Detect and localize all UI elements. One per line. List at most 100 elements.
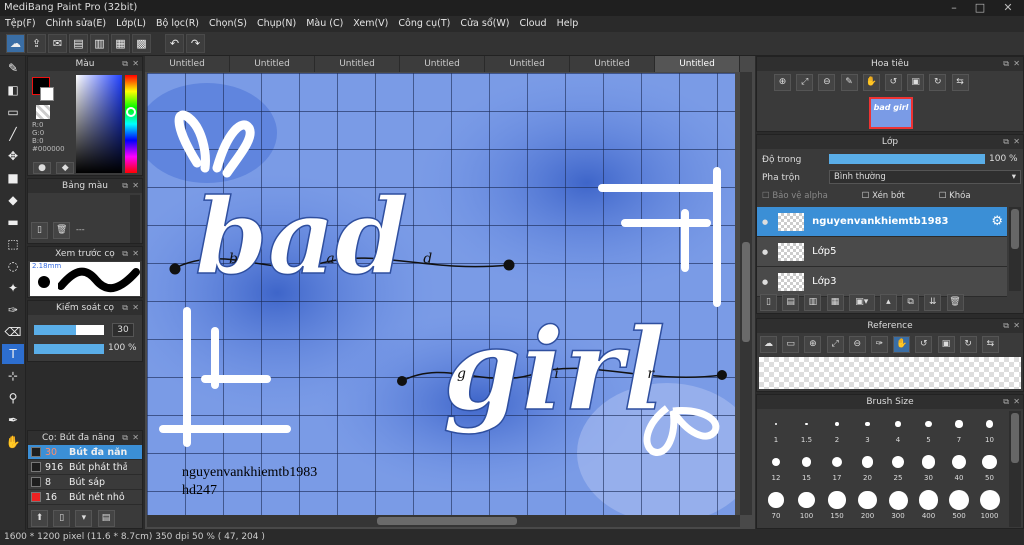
layer-row[interactable]: ● nguyenvankhiemtb1983 ⚙ bbox=[757, 207, 1007, 237]
brush-delete-icon[interactable]: ▤ bbox=[97, 510, 115, 527]
ref-rotate-right-icon[interactable]: ↻ bbox=[959, 336, 977, 353]
select-pen-icon[interactable]: ✑ bbox=[2, 300, 24, 320]
tab-3[interactable]: Untitled bbox=[315, 56, 400, 72]
close-icon[interactable]: ✕ bbox=[1013, 57, 1020, 71]
menu-cloud[interactable]: Cloud bbox=[514, 16, 551, 32]
brush-size-option[interactable]: 30 bbox=[914, 451, 944, 487]
brush-size-option[interactable]: 3 bbox=[853, 413, 883, 449]
reference-canvas[interactable] bbox=[759, 357, 1021, 389]
ref-eyedropper-icon[interactable]: ✑ bbox=[870, 336, 888, 353]
apps-icon[interactable]: ▩ bbox=[132, 34, 151, 53]
add-color-icon[interactable]: ● bbox=[33, 162, 51, 174]
ref-zoom-in-icon[interactable]: ⊕ bbox=[804, 336, 822, 353]
gear-icon[interactable]: ⚙ bbox=[991, 214, 1003, 229]
upload-icon[interactable]: ⇪ bbox=[27, 34, 46, 53]
new-halftone-layer-icon[interactable]: ▤ bbox=[782, 294, 800, 311]
brush-size-option[interactable]: 500 bbox=[944, 489, 974, 525]
brush-nav-icon[interactable]: ✎ bbox=[840, 74, 858, 91]
popout-icon[interactable]: ⧉ bbox=[1003, 135, 1009, 149]
cloud-icon[interactable]: ☁ bbox=[6, 34, 25, 53]
bucket-tool-icon[interactable]: ◆ bbox=[2, 190, 24, 210]
close-icon[interactable]: ✕ bbox=[1013, 319, 1020, 333]
palette-select[interactable]: --- bbox=[76, 225, 85, 234]
brush-size-option[interactable]: 40 bbox=[944, 451, 974, 487]
canvas-hscroll-thumb[interactable] bbox=[377, 517, 517, 525]
lock-checkbox[interactable]: ☐ Khóa bbox=[939, 191, 971, 201]
brush-size-option[interactable]: 2 bbox=[822, 413, 852, 449]
brush-size-option[interactable]: 15 bbox=[792, 451, 822, 487]
close-icon[interactable]: ✕ bbox=[132, 179, 139, 193]
brush-size-value[interactable]: 30 bbox=[112, 323, 134, 337]
close-icon[interactable]: ✕ bbox=[132, 247, 139, 261]
navigator-thumbnail[interactable]: bad girl bbox=[869, 97, 913, 129]
popout-icon[interactable]: ⧉ bbox=[1003, 57, 1009, 71]
brush-copy-icon[interactable]: ▯ bbox=[53, 510, 71, 527]
ref-reset-icon[interactable]: ▣ bbox=[937, 336, 955, 353]
select-eraser-icon[interactable]: ⌫ bbox=[2, 322, 24, 342]
brush-size-option[interactable]: 25 bbox=[883, 451, 913, 487]
rotate-right-icon[interactable]: ↻ bbox=[929, 74, 947, 91]
new-palette-icon[interactable]: ▯ bbox=[31, 222, 48, 239]
eraser-tool-icon[interactable]: ◧ bbox=[2, 80, 24, 100]
brush-size-option[interactable]: 100 bbox=[792, 489, 822, 525]
line-tool-icon[interactable]: ╱ bbox=[2, 124, 24, 144]
hue-slider[interactable] bbox=[125, 75, 137, 173]
ref-fit-icon[interactable]: ⤢ bbox=[826, 336, 844, 353]
hand-nav-icon[interactable]: ✋ bbox=[862, 74, 880, 91]
close-icon[interactable]: ✕ bbox=[1013, 135, 1020, 149]
brush-list-item[interactable]: 30 Bút đa năng bbox=[28, 445, 142, 460]
palette-scrollbar[interactable] bbox=[130, 195, 140, 243]
redo-icon[interactable]: ↷ bbox=[186, 34, 205, 53]
new-8bit-layer-icon[interactable]: ▥ bbox=[804, 294, 822, 311]
brush-size-option[interactable]: 5 bbox=[914, 413, 944, 449]
layer-opacity-slider[interactable] bbox=[829, 154, 985, 164]
layer-scroll-thumb[interactable] bbox=[1011, 209, 1019, 249]
brush-size-option[interactable]: 150 bbox=[822, 489, 852, 525]
close-icon[interactable]: ✕ bbox=[132, 431, 139, 445]
brush-tool-icon[interactable]: ✎ bbox=[2, 58, 24, 78]
brush-size-slider[interactable] bbox=[34, 325, 104, 335]
fit-icon[interactable]: ⤢ bbox=[796, 74, 814, 91]
brush-size-option[interactable]: 1000 bbox=[975, 489, 1005, 525]
brush-size-option[interactable]: 7 bbox=[944, 413, 974, 449]
popout-icon[interactable]: ⧉ bbox=[122, 431, 128, 445]
tab-2[interactable]: Untitled bbox=[230, 56, 315, 72]
menu-window[interactable]: Cửa sổ(W) bbox=[455, 16, 514, 32]
duplicate-layer-icon[interactable]: ⧉ bbox=[902, 294, 920, 311]
brush-list-item[interactable]: 8 Bút sáp bbox=[28, 475, 142, 490]
flip-icon[interactable]: ⇆ bbox=[951, 74, 969, 91]
clipping-checkbox[interactable]: ☐ Xén bớt bbox=[862, 191, 905, 201]
layer-menu-icon[interactable]: ▣▾ bbox=[848, 294, 875, 311]
rect-tool-icon[interactable]: ▭ bbox=[2, 102, 24, 122]
undo-icon[interactable]: ↶ bbox=[165, 34, 184, 53]
secondary-color-swatch[interactable] bbox=[40, 87, 54, 101]
brush-size-option[interactable]: 70 bbox=[761, 489, 791, 525]
tab-6[interactable]: Untitled bbox=[570, 56, 655, 72]
eyedropper-icon[interactable]: ⚲ bbox=[2, 388, 24, 408]
popout-icon[interactable]: ⧉ bbox=[1003, 319, 1009, 333]
brush-size-option[interactable]: 200 bbox=[853, 489, 883, 525]
protect-alpha-checkbox[interactable]: ☐ Bảo vệ alpha bbox=[762, 191, 828, 201]
menu-color[interactable]: Màu (C) bbox=[301, 16, 348, 32]
artwork-canvas[interactable]: bad girl b a d g i r l nguyenvankhiemtb1… bbox=[147, 73, 735, 515]
move-up-icon[interactable]: ▴ bbox=[879, 294, 897, 311]
hand-tool-icon[interactable]: ✋ bbox=[2, 432, 24, 452]
text-tool-icon[interactable]: T bbox=[2, 344, 24, 364]
brush-size-option[interactable]: 1.5 bbox=[792, 413, 822, 449]
page-icon[interactable]: ▥ bbox=[90, 34, 109, 53]
new-1bit-layer-icon[interactable]: ▦ bbox=[826, 294, 844, 311]
visibility-icon[interactable]: ● bbox=[762, 278, 768, 286]
brush-size-option[interactable]: 17 bbox=[822, 451, 852, 487]
close-button[interactable]: ✕ bbox=[994, 0, 1022, 16]
brush-add-icon[interactable]: ⬆ bbox=[31, 510, 48, 527]
brush-size-option[interactable]: 1 bbox=[761, 413, 791, 449]
close-icon[interactable]: ✕ bbox=[1013, 395, 1020, 409]
layer-scrollbar[interactable] bbox=[1009, 207, 1021, 291]
popout-icon[interactable]: ⧉ bbox=[122, 301, 128, 315]
open-folder-icon[interactable]: ▭ bbox=[782, 336, 800, 353]
canvas-hscrollbar[interactable] bbox=[147, 515, 740, 527]
canvas-vscroll-thumb[interactable] bbox=[742, 242, 750, 342]
brush-size-option[interactable]: 10 bbox=[975, 413, 1005, 449]
hue-handle[interactable] bbox=[126, 107, 136, 117]
color-picker-field[interactable] bbox=[76, 75, 122, 173]
